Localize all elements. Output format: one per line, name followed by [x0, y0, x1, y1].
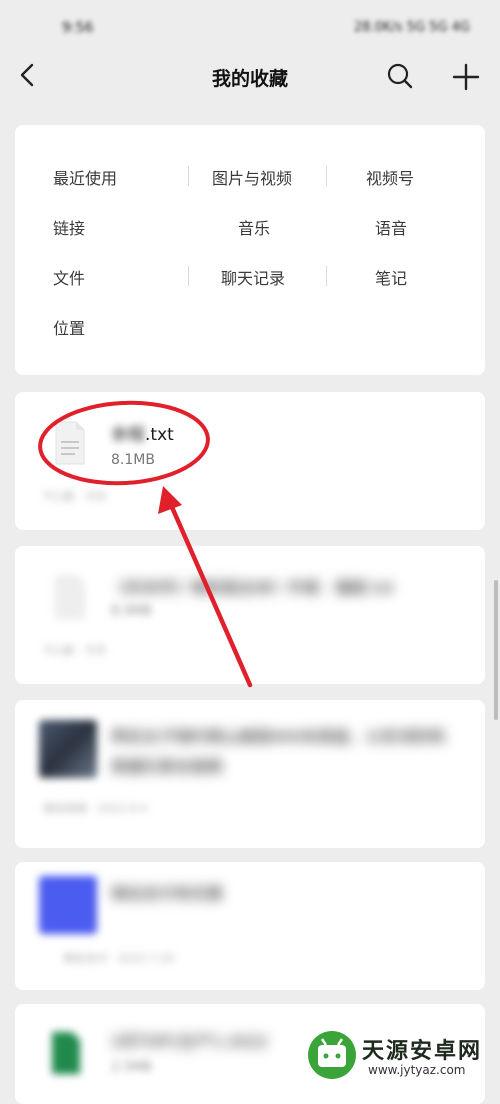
watermark-url: www.jytyaz.com: [368, 1063, 466, 1077]
watermark: 天源安卓网 www.jytyaz.com: [300, 1025, 500, 1084]
highlight-circle: [38, 400, 210, 486]
watermark-brand: 天源安卓网: [362, 1039, 483, 1064]
watermark-logo-icon: [308, 1031, 356, 1079]
arrow-shaft: [165, 495, 253, 688]
annotation-overlay: [38, 400, 253, 688]
arrow-head: [158, 486, 182, 514]
